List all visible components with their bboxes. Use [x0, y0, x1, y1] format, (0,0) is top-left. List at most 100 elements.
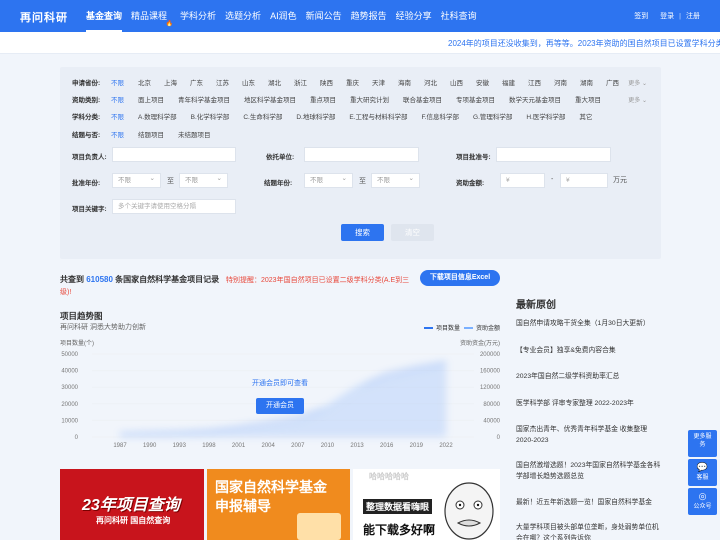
- filter-option[interactable]: B.化学科学部: [191, 111, 230, 121]
- approval-year-to[interactable]: 不限: [179, 172, 228, 188]
- filter-option[interactable]: 江西: [528, 77, 541, 87]
- filter-option[interactable]: 湖北: [268, 77, 281, 87]
- filter-option[interactable]: D.地球科学部: [296, 111, 335, 121]
- nav-fund-query[interactable]: 基金查询: [86, 0, 123, 32]
- filter-option[interactable]: 福建: [502, 77, 515, 87]
- banner-project-query[interactable]: 23年项目查询 再问科研 国自然查询: [60, 469, 204, 540]
- filter-option[interactable]: 数学天元基金项目: [509, 94, 561, 104]
- nav-topic[interactable]: 选题分析: [225, 0, 261, 32]
- download-excel-button[interactable]: 下载项目信息Excel: [420, 270, 500, 286]
- filter-option[interactable]: F.信息科学部: [421, 111, 459, 121]
- keyword-input[interactable]: 多个关键字请使用空格分隔: [112, 199, 236, 214]
- filter-option[interactable]: 其它: [579, 111, 592, 121]
- filter-option[interactable]: 结题项目: [138, 129, 164, 139]
- filter-option[interactable]: 不限: [111, 111, 124, 121]
- filter-option[interactable]: 山西: [450, 77, 463, 87]
- filter-option[interactable]: 面上项目: [138, 94, 164, 104]
- leader-label: 项目负责人:: [72, 154, 107, 161]
- filter-option[interactable]: 不限: [111, 77, 124, 87]
- filter-option[interactable]: 河南: [554, 77, 567, 87]
- article-link[interactable]: 国自然申请攻略干货全集（1月30日大更新）: [516, 318, 662, 329]
- filter-option[interactable]: C.生命科学部: [243, 111, 282, 121]
- article-link[interactable]: 国自然激增选题！2023年国家自然科学基金各科学部增长趋势选题总览: [516, 460, 662, 482]
- article-link[interactable]: 【专业会员】独享&免费内容合集: [516, 345, 662, 356]
- amount-max-input[interactable]: ¥: [560, 173, 608, 188]
- clear-button[interactable]: 清空: [391, 224, 434, 241]
- filter-option[interactable]: 广西: [606, 77, 619, 87]
- register-link[interactable]: 注册: [686, 11, 700, 21]
- filter-option[interactable]: 重大研究计划: [350, 94, 389, 104]
- filter-option[interactable]: 青年科学基金项目: [178, 94, 230, 104]
- more-toggle[interactable]: 更多 ⌄: [628, 78, 647, 87]
- filter-option[interactable]: E.工程与材料科学部: [349, 111, 407, 121]
- more-toggle[interactable]: 更多 ⌄: [628, 95, 647, 104]
- banner-data-meme[interactable]: 哈哈哈哈哈 整理数据看嗨眼 能下载多好啊: [353, 469, 500, 540]
- official-account-button[interactable]: ◎ 公众号: [688, 488, 717, 515]
- dash-text: -: [551, 176, 554, 183]
- filter-label: 学科分类:: [72, 114, 101, 121]
- chat-icon: 💬: [696, 462, 709, 472]
- y-right-tick-label: 80000: [483, 402, 500, 408]
- filter-option[interactable]: 不限: [111, 94, 124, 104]
- filter-option[interactable]: 海南: [398, 77, 411, 87]
- notice-marquee: 2024年的项目还没收集到，再等等。2023年资助的国自然项目已设置学科分类: [0, 32, 720, 54]
- filter-option[interactable]: 江苏: [216, 77, 229, 87]
- unit-label: 依托单位:: [266, 154, 295, 161]
- article-link[interactable]: 大量学科项目被头部单位垄断，身处弱势单位机会在哪？这个系列告诉你: [516, 522, 662, 540]
- login-link[interactable]: 登录: [660, 11, 674, 21]
- banner-nsfc-guidance[interactable]: 国家自然科学基金 申报辅导: [207, 469, 350, 540]
- banner-subtitle: 再问科研 国自然查询: [96, 516, 171, 525]
- article-link[interactable]: 最新！近五年新选题一览！国家自然科学基金: [516, 497, 662, 508]
- open-membership-button[interactable]: 开通会员: [256, 398, 304, 414]
- filter-options: 不限 结题项目 未结题项目: [111, 129, 225, 139]
- filter-option[interactable]: 专项基金项目: [456, 94, 495, 104]
- article-link[interactable]: 2023年国自然二级学科资助率汇总: [516, 371, 662, 382]
- to-text: 至: [167, 178, 174, 185]
- filter-option[interactable]: 重大项目: [575, 94, 601, 104]
- nav-discipline[interactable]: 学科分析: [180, 0, 216, 32]
- nav-ai-polish[interactable]: AI润色: [270, 0, 297, 32]
- site-logo[interactable]: 再问科研: [20, 9, 68, 25]
- filter-option[interactable]: 重点项目: [310, 94, 336, 104]
- filter-option[interactable]: 重庆: [346, 77, 359, 87]
- filter-option[interactable]: 联合基金项目: [403, 94, 442, 104]
- filter-option[interactable]: 不限: [111, 129, 124, 139]
- more-services-button[interactable]: 更多服务: [688, 430, 717, 457]
- nav-news[interactable]: 新闻公告: [306, 0, 342, 32]
- end-year-to[interactable]: 不限: [371, 172, 420, 188]
- filter-option[interactable]: 山东: [242, 77, 255, 87]
- filter-option[interactable]: 安徽: [476, 77, 489, 87]
- search-button[interactable]: 搜索: [341, 224, 384, 241]
- legend-item-count[interactable]: 项目数量: [424, 323, 460, 332]
- filter-option[interactable]: A.数理科学部: [138, 111, 177, 121]
- filter-option[interactable]: 湖南: [580, 77, 593, 87]
- article-link[interactable]: 医学科学部 评审专家整理 2022-2023年: [516, 398, 662, 409]
- filter-option[interactable]: G.管理科学部: [473, 111, 512, 121]
- article-link[interactable]: 国家杰出青年、优秀青年科学基金 收集整理 2020-2023: [516, 424, 662, 446]
- filter-option[interactable]: 浙江: [294, 77, 307, 87]
- nav-social-science[interactable]: 社科查询: [441, 0, 477, 32]
- filter-option[interactable]: H.医学科学部: [526, 111, 565, 121]
- checkin-link[interactable]: 签到: [634, 11, 648, 21]
- filter-option[interactable]: 河北: [424, 77, 437, 87]
- nav-trends[interactable]: 趋势报告: [351, 0, 387, 32]
- leader-input[interactable]: [112, 147, 236, 162]
- legend-item-amount[interactable]: 资助金额: [464, 323, 500, 332]
- filter-option[interactable]: 广东: [190, 77, 203, 87]
- approval-year-from[interactable]: 不限: [112, 172, 161, 188]
- filter-option[interactable]: 天津: [372, 77, 385, 87]
- notice-text: 2024年的项目还没收集到，再等等。2023年资助的国自然项目已设置学科分类: [448, 39, 720, 48]
- nav-experience[interactable]: 经验分享: [396, 0, 432, 32]
- unit-input[interactable]: [304, 147, 419, 162]
- x-tick-label: 1987: [113, 443, 127, 449]
- amount-min-input[interactable]: ¥: [500, 173, 545, 188]
- filter-option[interactable]: 未结题项目: [178, 129, 211, 139]
- approval-input[interactable]: [496, 147, 611, 162]
- nav-courses[interactable]: 精品课程 🔥: [131, 0, 173, 32]
- end-year-from[interactable]: 不限: [304, 172, 353, 188]
- filter-option[interactable]: 上海: [164, 77, 177, 87]
- customer-service-button[interactable]: 💬 客服: [688, 459, 717, 486]
- filter-option[interactable]: 北京: [138, 77, 151, 87]
- filter-option[interactable]: 陕西: [320, 77, 333, 87]
- filter-option[interactable]: 地区科学基金项目: [244, 94, 296, 104]
